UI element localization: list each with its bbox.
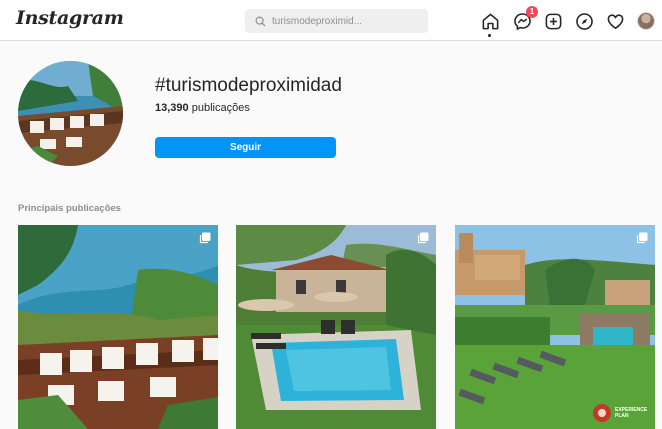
post-tile[interactable] — [18, 225, 218, 429]
home-button[interactable] — [480, 11, 500, 37]
top-posts-heading: Principais publicações — [18, 203, 121, 214]
posts-number: 13,390 — [155, 102, 189, 114]
new-post-icon — [545, 13, 561, 29]
posts-count: 13,390 publicações — [155, 102, 250, 114]
explore-button[interactable] — [574, 11, 594, 31]
search-placeholder: turismodeproximid... — [272, 15, 363, 27]
profile-button[interactable] — [636, 11, 656, 31]
hashtag-profile-image — [18, 61, 123, 166]
multiple-photos-icon — [199, 232, 211, 244]
post-image — [236, 225, 436, 429]
multiple-photos-icon — [636, 232, 648, 244]
home-icon — [482, 13, 498, 29]
search-icon — [255, 16, 266, 27]
hashtag-title: #turismodeproximidad — [155, 75, 342, 96]
active-indicator — [488, 34, 491, 37]
messages-badge: 1 — [526, 6, 538, 18]
posts-label: publicações — [191, 102, 250, 114]
heart-icon — [607, 13, 623, 29]
post-image — [455, 225, 655, 429]
post-tile[interactable] — [236, 225, 436, 429]
post-image — [18, 225, 218, 429]
search-input[interactable]: turismodeproximid... — [245, 9, 428, 33]
instagram-logo[interactable]: Instagram — [16, 7, 124, 29]
multiple-photos-icon — [417, 232, 429, 244]
follow-button[interactable]: Seguir — [155, 137, 336, 158]
messenger-button[interactable]: 1 — [512, 6, 538, 31]
post-tile[interactable]: EXPERIENCE PLAN — [455, 225, 655, 429]
explore-icon — [575, 12, 593, 30]
profile-avatar — [637, 12, 655, 30]
watermark: EXPERIENCE PLAN — [615, 407, 648, 419]
new-post-button[interactable] — [543, 11, 563, 31]
top-nav: Instagram turismodeproximid... 1 — [0, 0, 662, 41]
activity-button[interactable] — [605, 11, 625, 31]
